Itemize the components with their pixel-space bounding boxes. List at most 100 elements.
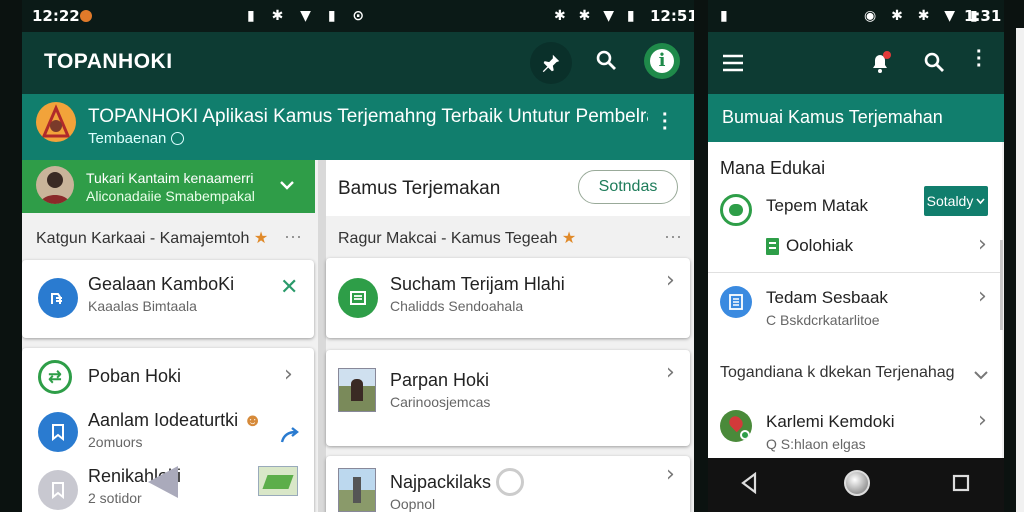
list-item-sub: C Bskdcrkatarlitoe [766,312,880,328]
right-item-title: Sucham Terijam Hlahi [390,274,565,294]
right-section-header-text: Ragur Makcai - Kamus Tegeah [338,230,558,247]
chevron-right-icon: › [284,362,293,387]
overflow-menu-button[interactable]: · · · [976,42,983,76]
left-item-card[interactable]: Gealaan KamboKi Kaaalas Bimtaala ✕ [22,260,314,338]
chevron-right-icon: › [666,462,675,487]
right-section-more[interactable]: ··· [664,226,682,247]
map-thumbnail [258,466,298,496]
list-item-sub: 2omuors [88,434,143,450]
close-icon[interactable]: ✕ [280,274,298,300]
left-section-more[interactable]: ··· [284,226,302,247]
list-item[interactable]: ⇄ Poban Hoki › [22,348,314,404]
right-item-card[interactable]: Najpackilaks Oopnol › [326,456,690,512]
notification-icon [80,10,92,22]
right-item-title: Najpackilaks [390,472,492,492]
list-item-title-text: Aanlam Iodeaturtki [88,410,239,430]
left-section-header-text: Katgun Karkaai - Kamajemtoh [36,230,250,247]
right-item-sub: Chalidds Sendoahala [390,298,524,314]
featured-card[interactable]: Tukari Kantaim kenaamerri Aliconadaiie S… [22,160,315,213]
section-title: Mana Edukai [720,158,826,178]
left-column: Tukari Kantaim kenaamerri Aliconadaiie S… [22,160,318,512]
back-button[interactable] [740,472,758,494]
back-arrow-icon[interactable] [148,466,178,498]
photo-thumbnail [338,468,376,512]
square-icon [952,474,970,492]
divider [708,272,1002,273]
list-item-title: Oolohiak [786,236,854,255]
search-button[interactable] [922,50,946,74]
sheet-icon [766,238,779,255]
featured-avatar [36,166,74,204]
list-item[interactable]: Renikahloki 2 sotidor [22,462,314,512]
status-time: 12:22 [32,7,80,25]
section-header[interactable]: Togandiana k dkekan Terjenahag [708,358,1002,390]
location-icon [720,410,752,442]
pin-button[interactable] [530,42,572,84]
list-item[interactable]: Aanlam Iodeaturtki ☻ 2omuors [22,406,314,462]
right-item-sub: Oopnol [390,496,436,512]
app-banner: TOPANHOKI Aplikasi Kamus Terjemahng Terb… [22,94,694,160]
banner-subtitle-text: Tembaenan [88,130,167,147]
list-item[interactable]: Tedam Sesbaak C Bskdcrkatarlitoe › [708,280,1002,336]
emoji-icon: ☻ [243,410,263,430]
edge-screen [1016,28,1024,512]
hamburger-icon [723,54,743,72]
menu-button[interactable] [722,54,744,72]
section2-title: Togandiana k dkekan Terjenahag [720,364,955,381]
sotndas-button[interactable]: Sotndas [578,170,678,204]
app-banner: Bumuai Kamus Terjemahan [708,94,1004,142]
list-item-sub: Q S:hlaon elgas [766,436,866,452]
back-triangle-icon [741,472,757,494]
right-item-title: Parpan Hoki [390,370,490,390]
fire-icon: ★ [561,230,577,247]
pin-icon [542,54,560,73]
navigation-bar [708,458,1004,512]
featured-line2: Aliconadaiie Smabempakal [86,188,255,204]
right-item-card[interactable]: Parpan Hoki Carinoosjemcas › [326,350,690,446]
recents-button[interactable] [952,474,970,492]
banner-title: Bumuai Kamus Terjemahan [722,107,943,127]
chevron-right-icon: › [978,408,987,433]
notification-button[interactable] [868,50,892,74]
search-icon [924,52,944,72]
loading-spinner [496,468,524,496]
bookmark-icon [38,412,78,452]
home-button[interactable] [844,470,870,496]
list-item[interactable]: Tepem Matak Sotaldy [708,186,1002,230]
status-bar: 12:22 ▮ ✱ ▼ ▮ ⊙ ✱ ✱ ▼ ▮ 12:51 [22,0,694,32]
fire-icon: ★ [253,230,269,247]
overflow-menu-button[interactable]: · · · [662,105,669,139]
share-arrow-icon[interactable] [280,426,300,444]
list-item-title: Aanlam Iodeaturtki ☻ [88,410,262,431]
left-section-header: Katgun Karkaai - Kamajemtoh ★ [36,228,268,248]
right-item-card[interactable]: Sucham Terijam Hlahi Chalidds Sendoahala… [326,258,690,338]
right-phone: ▮ ◉ ✱ ✱ ▼ ▮ 1:31 · · · Bumuai Kamus Terjem… [708,0,1004,512]
sotaldy-button[interactable]: Sotaldy [924,186,988,216]
info-button[interactable]: i [644,43,680,79]
list-item-title: Poban Hoki [88,366,182,386]
search-button[interactable] [594,48,618,72]
status-bar: ▮ ◉ ✱ ✱ ▼ ▮ 1:31 [708,0,1004,32]
list-item[interactable]: Oolohiak › [708,230,1002,270]
scrollbar[interactable] [1000,240,1003,330]
featured-line1: Tukari Kantaim kenaamerri [86,170,254,186]
left-list-card: ⇄ Poban Hoki › Aanlam Iodeaturtki ☻ 2omu… [22,348,314,512]
app-toolbar: · · · [708,32,1004,94]
right-column: Bamus Terjemakan Sotndas Ragur Makcai - … [326,160,694,512]
chevron-right-icon: › [978,232,987,257]
list-item-sub: 2 sotidor [88,490,142,506]
photo-thumbnail [338,368,376,412]
chevron-right-icon: › [666,360,675,385]
left-phone: 12:22 ▮ ✱ ▼ ▮ ⊙ ✱ ✱ ▼ ▮ 12:51 TOPANHOKI … [22,0,694,512]
info-icon: i [650,49,674,73]
status-icons-center: ▮ ✱ ▼ ▮ ⊙ [247,8,371,24]
content-card: Mana Edukai Tepem Matak Sotaldy Oolohiak… [708,142,1002,458]
list-item[interactable]: Karlemi Kemdoki Q S:hlaon elgas › [708,406,1002,458]
app-logo [36,102,76,142]
dictionary-icon [720,286,752,318]
status-icons-right: ✱ ✱ ▼ ▮ [554,8,639,24]
chevron-down-icon [974,371,988,380]
sim-icon: ▮ [720,8,728,24]
status-time-right: 12:51 [650,7,694,25]
banner-title: TOPANHOKI Aplikasi Kamus Terjemahng Terb… [88,106,648,127]
